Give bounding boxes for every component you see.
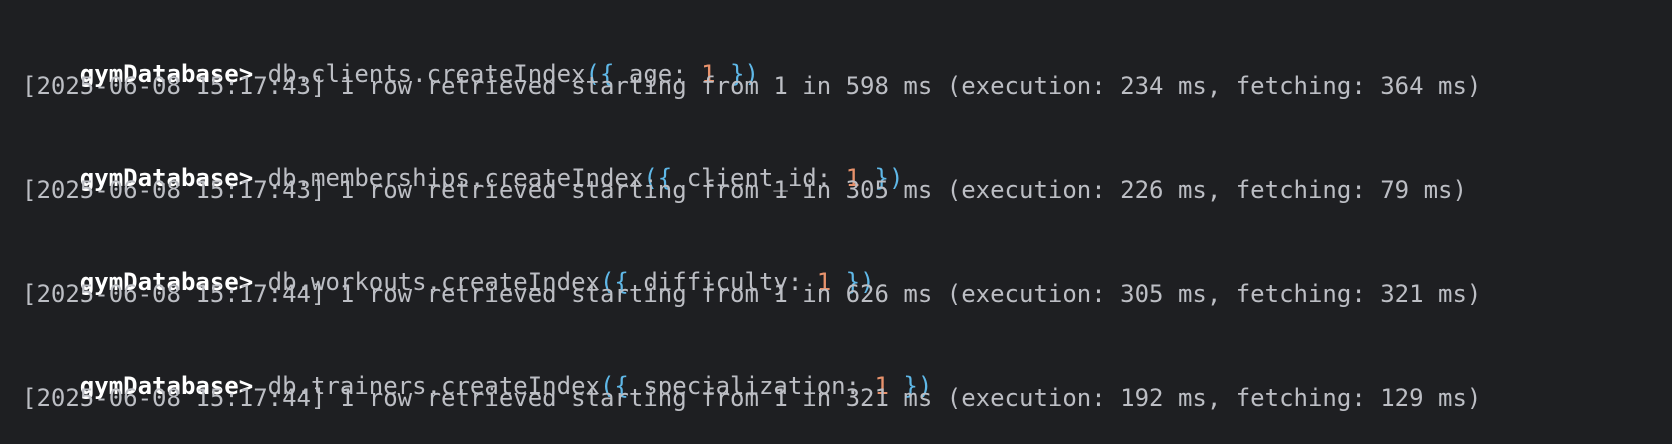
result-line: [2025-06-08 15:17:44] 1 row retrieved st… (22, 384, 1482, 412)
command-line[interactable]: gymDatabase> db.trainers.createIndex({ s… (22, 326, 1672, 400)
result-line: [2025-06-08 15:17:44] 1 row retrieved st… (22, 280, 1482, 308)
command-line[interactable]: gymDatabase> db.memberships.createIndex(… (22, 118, 1672, 192)
command-line[interactable]: gymDatabase> db.workouts.createIndex({ d… (22, 222, 1672, 296)
result-line: [2025-06-08 15:17:43] 1 row retrieved st… (22, 72, 1482, 100)
result-line: [2025-06-08 15:17:43] 1 row retrieved st… (22, 176, 1467, 204)
console-output[interactable]: gymDatabase> db.clients.createIndex({ ag… (0, 0, 1672, 444)
command-line[interactable]: gymDatabase> db.clients.createIndex({ ag… (22, 14, 1672, 88)
